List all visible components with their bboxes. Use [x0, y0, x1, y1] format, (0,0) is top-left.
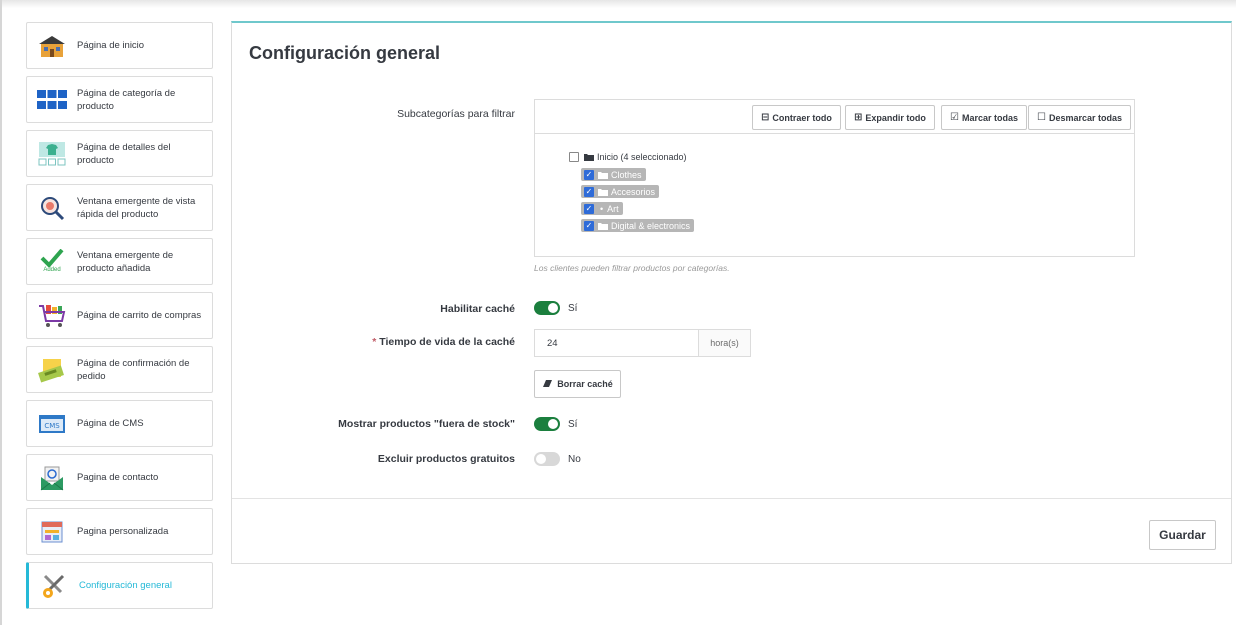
enable-cache-toggle[interactable] [534, 301, 560, 315]
tree-node-label: Accesorios [611, 186, 656, 197]
subcategories-label: Subcategorías para filtrar [397, 108, 515, 120]
node-checkbox[interactable]: ✓ [584, 186, 594, 197]
save-button[interactable]: Guardar [1149, 520, 1216, 550]
sidebar-item-home[interactable]: Página de inicio [26, 22, 213, 69]
bullet-icon: • [600, 203, 604, 214]
toggle-knob [548, 303, 558, 313]
house-icon [37, 33, 67, 59]
unchecked-box-icon: ☐ [1037, 112, 1046, 123]
sidebar-item-cart[interactable]: Página de carrito de compras [26, 292, 213, 339]
clear-cache-label: Borrar caché [557, 379, 613, 389]
order-confirmation-icon [37, 357, 67, 383]
footer-divider [232, 498, 1231, 499]
sidebar-item-label: Página de inicio [77, 40, 145, 51]
enable-cache-state: Sí [568, 303, 578, 314]
magnifier-icon [37, 195, 67, 221]
sidebar-item-contact[interactable]: Pagina de contacto [26, 454, 213, 501]
sidebar-item-product-details[interactable]: Página de detalles del producto [26, 130, 213, 177]
sidebar-item-label: Página de CMS [77, 418, 144, 429]
category-tree: Inicio (4 seleccionado) ✓ Clothes ✓ Acce… [569, 150, 695, 232]
sidebar-item-label: Pagina de contacto [77, 472, 159, 483]
show-out-of-stock-state: Sí [568, 419, 578, 430]
folder-icon [598, 171, 608, 179]
contact-envelope-icon [37, 465, 67, 491]
tree-node-label: Art [607, 203, 619, 214]
custom-page-icon [37, 519, 67, 545]
folder-icon [598, 188, 608, 196]
cache-lifetime-label-text: Tiempo de vida de la caché [379, 336, 515, 348]
tree-toolbar: ⊟ Contraer todo ⊞ Expandir todo ☑ Marcar… [535, 100, 1134, 134]
required-mark: * [372, 336, 377, 348]
clear-cache-button[interactable]: Borrar caché [534, 370, 621, 398]
eraser-icon [542, 379, 553, 390]
sidebar-item-label: Configuración general [79, 580, 172, 591]
top-shadow [2, 0, 1236, 8]
folder-open-icon [584, 153, 594, 161]
toggle-knob [548, 419, 558, 429]
sidebar-item-label: Ventana emergente de producto añadida [77, 249, 174, 274]
settings-panel: Configuración general Subcategorías para… [231, 21, 1232, 564]
collapse-all-button[interactable]: ⊟ Contraer todo [752, 105, 841, 130]
sidebar-item-label: Ventana emergente de vista rápida del pr… [77, 195, 196, 220]
sidebar-item-order-confirmation[interactable]: Página de confirmación de pedido [26, 346, 213, 393]
root-checkbox[interactable] [569, 152, 579, 162]
sidebar-item-category[interactable]: Página de categoría de producto [26, 76, 213, 123]
check-all-label: Marcar todas [961, 112, 1018, 123]
tree-node-art[interactable]: ✓ • Art [581, 202, 623, 215]
sidebar-item-custom-page[interactable]: Pagina personalizada [26, 508, 213, 555]
sidebar-item-cms[interactable]: CMS Página de CMS [26, 400, 213, 447]
category-tree-box: ⊟ Contraer todo ⊞ Expandir todo ☑ Marcar… [534, 99, 1135, 257]
grid-icon [37, 87, 67, 113]
collapse-icon: ⊟ [761, 112, 770, 123]
expand-all-label: Expandir todo [865, 112, 926, 123]
sidebar-item-label: Página de categoría de producto [77, 87, 176, 112]
exclude-free-state: No [568, 454, 581, 465]
sidebar-item-label: Página de detalles del producto [77, 141, 171, 166]
tree-node-digital-electronics[interactable]: ✓ Digital & electronics [581, 219, 695, 232]
uncheck-all-label: Desmarcar todas [1048, 112, 1123, 123]
checked-box-icon: ☑ [950, 112, 959, 123]
exclude-free-toggle[interactable] [534, 452, 560, 466]
check-all-button[interactable]: ☑ Marcar todas [941, 105, 1027, 130]
enable-cache-label: Habilitar caché [440, 303, 515, 315]
sidebar-item-general-settings[interactable]: Configuración general [26, 562, 213, 609]
added-label: Added [43, 267, 61, 273]
uncheck-all-button[interactable]: ☐ Desmarcar todas [1028, 105, 1132, 130]
cache-lifetime-label: * Tiempo de vida de la caché [372, 336, 515, 348]
subcategories-hint: Los clientes pueden filtrar productos po… [534, 263, 730, 273]
show-out-of-stock-label: Mostrar productos "fuera de stock" [338, 418, 515, 430]
tree-node-label: Digital & electronics [611, 220, 691, 231]
exclude-free-label: Excluir productos gratuitos [377, 453, 515, 465]
tree-root: Inicio (4 seleccionado) [569, 150, 694, 164]
sidebar: Página de inicio Página de categoría de … [26, 22, 213, 616]
sidebar-item-product-added[interactable]: Added Ventana emergente de producto añad… [26, 238, 213, 285]
tools-gear-icon [39, 573, 69, 599]
node-checkbox[interactable]: ✓ [584, 169, 594, 180]
cms-icon: CMS [37, 411, 67, 437]
sidebar-item-quick-view[interactable]: Ventana emergente de vista rápida del pr… [26, 184, 213, 231]
tree-node-accesorios[interactable]: ✓ Accesorios [581, 185, 660, 198]
expand-all-button[interactable]: ⊞ Expandir todo [845, 105, 935, 130]
tree-node-label: Clothes [611, 169, 642, 180]
shopping-cart-icon [37, 303, 67, 329]
tree-node-clothes[interactable]: ✓ Clothes [581, 168, 646, 181]
node-checkbox[interactable]: ✓ [584, 203, 594, 214]
node-checkbox[interactable]: ✓ [584, 220, 594, 231]
expand-icon: ⊞ [854, 112, 863, 123]
sidebar-item-label: Página de confirmación de pedido [77, 357, 190, 382]
added-check-icon: Added [37, 249, 67, 275]
cms-icon-text: CMS [44, 422, 60, 430]
show-out-of-stock-toggle[interactable] [534, 417, 560, 431]
tree-root-label: Inicio (4 seleccionado) [597, 152, 687, 162]
cache-lifetime-input[interactable]: 24 [534, 329, 699, 357]
sidebar-item-label: Pagina personalizada [77, 526, 169, 537]
collapse-all-label: Contraer todo [772, 112, 832, 123]
product-details-icon [37, 141, 67, 167]
cache-lifetime-unit: hora(s) [699, 329, 751, 357]
page-title: Configuración general [249, 43, 441, 63]
folder-icon [598, 222, 608, 230]
toggle-knob [536, 454, 546, 464]
sidebar-item-label: Página de carrito de compras [77, 310, 202, 321]
app-window: Página de inicio Página de categoría de … [0, 0, 1236, 625]
